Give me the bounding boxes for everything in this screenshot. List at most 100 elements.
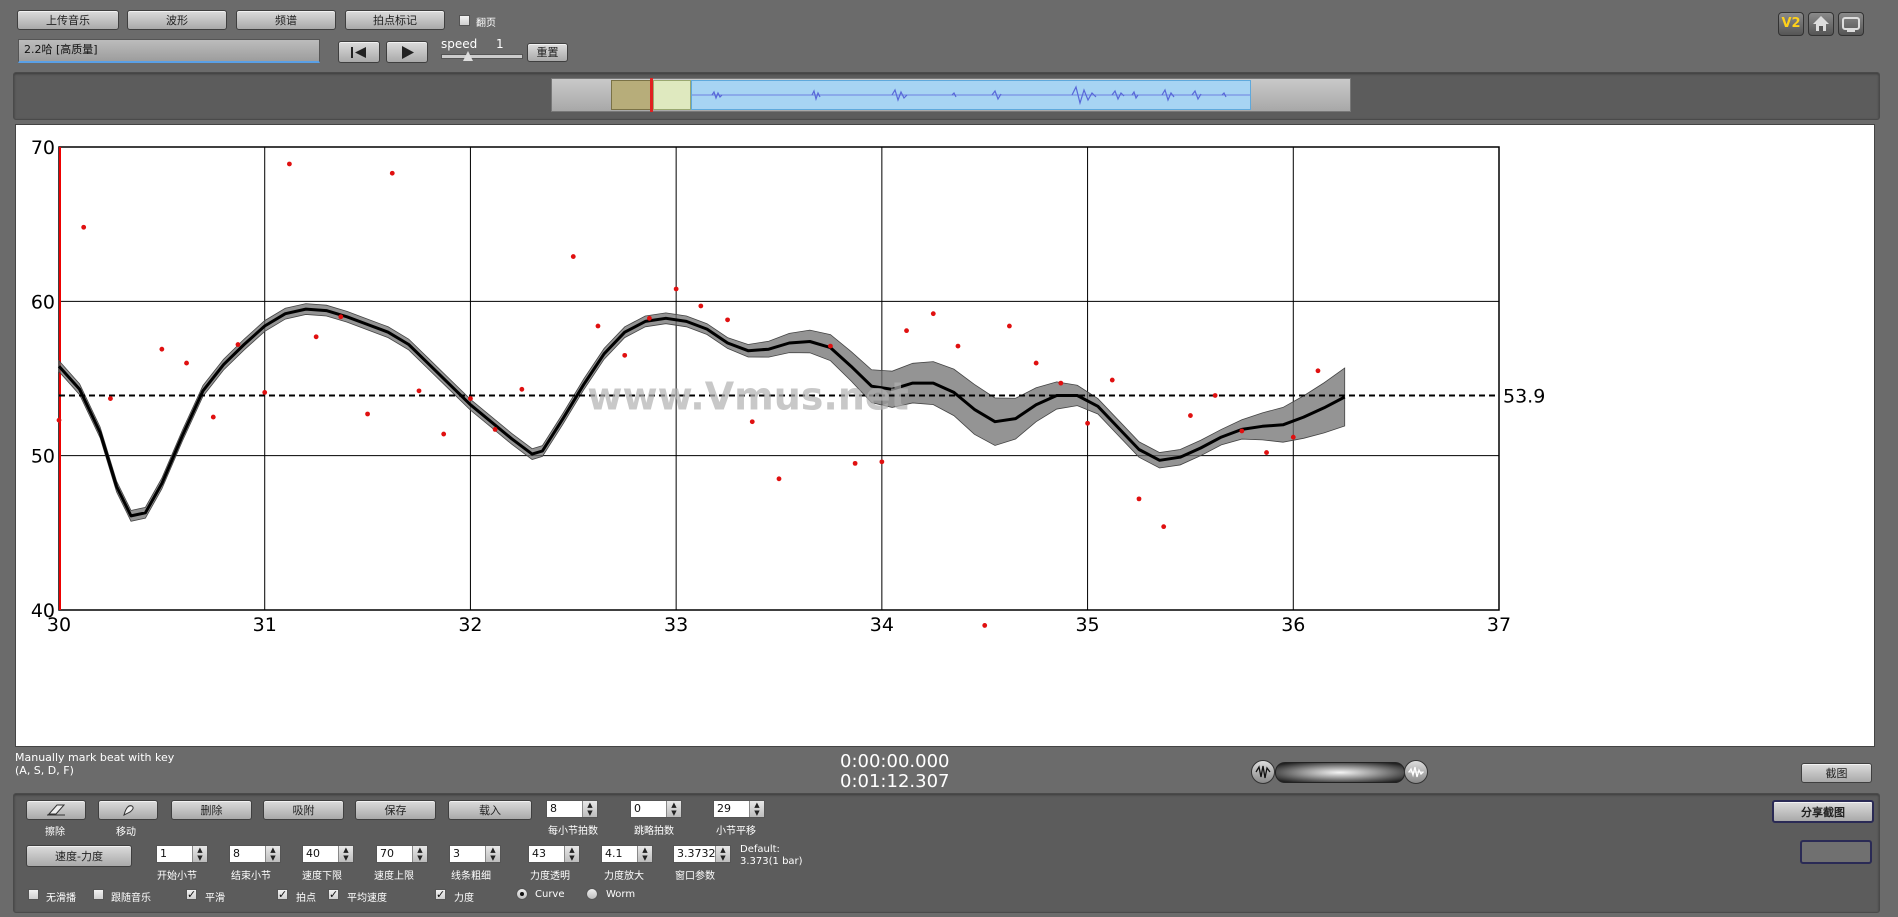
audio-wave-icon[interactable] [1404, 760, 1428, 784]
skip-to-start-button[interactable] [338, 41, 380, 63]
move-button[interactable] [98, 800, 158, 820]
beat-point [56, 417, 62, 423]
beat-point [852, 460, 858, 466]
overview-prev-window[interactable] [611, 80, 651, 110]
beat-point [647, 315, 652, 321]
follow-music-checkbox[interactable] [93, 889, 104, 900]
beat-point [749, 419, 755, 425]
tempo-max-input[interactable]: 70 ▲ ▼ [376, 845, 428, 863]
bar-smooth-label: 小节平移 [716, 826, 756, 837]
skip-beats-input[interactable]: 0 ▲ ▼ [630, 800, 682, 818]
beat-point [1239, 428, 1245, 434]
beat-point [468, 396, 473, 401]
beat-point [828, 343, 833, 349]
end-bar-label: 结束小节 [231, 871, 271, 882]
tempo-chart[interactable]: www.Vmus.net30 31 32 33 34 35 36 374050607053.9 [16, 125, 1874, 746]
beat-point [159, 346, 165, 352]
play-icon [402, 46, 414, 59]
beat-point [1058, 380, 1064, 386]
beats-per-bar-input[interactable]: 8 ▲ ▼ [546, 800, 598, 818]
erase-label: 擦除 [45, 827, 65, 838]
dynamics-transparency-input[interactable]: 43 ▲ ▼ [528, 845, 580, 863]
x-tick-label: 36 [1281, 614, 1305, 636]
smooth-label: 平滑 [205, 893, 225, 904]
beat-point [441, 431, 447, 437]
upload-music-button[interactable]: 上传音乐 [17, 10, 119, 30]
beat-point [1007, 323, 1012, 329]
spectrum-button[interactable]: 频谱 [236, 10, 336, 30]
tempo-min-input[interactable]: 40 ▲ ▼ [302, 845, 354, 863]
volume-slider[interactable] [1275, 762, 1405, 783]
speed-slider[interactable] [441, 54, 523, 59]
beat-point [879, 459, 885, 465]
worm-radio[interactable] [586, 888, 598, 900]
beat-mark-button[interactable]: 拍点标记 [345, 10, 445, 30]
track-name-field[interactable]: 2.2哈 [高质量] [18, 39, 320, 63]
speed-value: 1 [496, 37, 504, 51]
move-icon [123, 805, 134, 816]
home-icon[interactable] [1808, 12, 1834, 36]
beat-point [982, 623, 988, 628]
window-param-input[interactable]: 3.3732 ▲ ▼ [673, 845, 731, 863]
waveform-button[interactable]: 波形 [127, 10, 227, 30]
start-bar-input[interactable]: 1 ▲ ▼ [156, 845, 208, 863]
beat-point [262, 389, 268, 395]
beat-point-label: 拍点 [296, 893, 316, 904]
reset-button[interactable]: 重置 [527, 43, 568, 62]
overview-playhead[interactable] [650, 78, 653, 112]
beat-point [81, 224, 87, 230]
y-tick-label: 60 [31, 291, 55, 313]
delete-button[interactable]: 删除 [171, 800, 252, 820]
time-current: 0:00:00.000 [840, 751, 950, 772]
waveform-icon [692, 85, 1250, 106]
beat-point [673, 286, 679, 292]
beat-point [1085, 420, 1090, 426]
beats-per-bar-label: 每小节拍数 [548, 826, 598, 837]
save-button[interactable]: 保存 [355, 800, 436, 820]
chart-panel: www.Vmus.net 30 31 32 33 34 35 36 37 40 50 60 70 53.9 [15, 124, 1875, 747]
dynamics-checkbox[interactable]: ✓ [435, 889, 446, 900]
avg-tempo-checkbox[interactable]: ✓ [328, 889, 339, 900]
beat-point-checkbox[interactable]: ✓ [277, 889, 288, 900]
snap-button[interactable]: 吸附 [263, 800, 344, 820]
x-tick-label: 31 [253, 614, 277, 636]
smooth-checkbox[interactable]: ✓ [186, 889, 197, 900]
curve-radio[interactable] [516, 888, 528, 900]
dynamics-scale-label: 力度放大 [604, 871, 644, 882]
beat-point [519, 386, 525, 392]
beat-point [1033, 360, 1039, 366]
flip-page-checkbox[interactable] [459, 15, 470, 26]
beat-point [725, 317, 730, 323]
beat-point [287, 161, 292, 167]
worm-label: Worm [606, 889, 636, 900]
hint-line-2: (A, S, D, F) [15, 764, 74, 777]
x-tick-label: 35 [1075, 614, 1099, 636]
fullscreen-icon[interactable] [1838, 12, 1864, 36]
dynamics-scale-input[interactable]: 4.1 ▲ ▼ [601, 845, 653, 863]
screenshot-button[interactable]: 截图 [1801, 763, 1872, 783]
erase-button[interactable] [26, 800, 86, 820]
overview-current-window[interactable] [653, 80, 691, 110]
y-tick-label: 70 [31, 137, 55, 159]
play-button[interactable] [386, 41, 428, 63]
follow-music-label: 跟随音乐 [111, 893, 151, 904]
waveform-toggle-icon[interactable] [1251, 760, 1275, 784]
share-preview-box[interactable] [1800, 840, 1872, 864]
line-width-input[interactable]: 3 ▲ ▼ [449, 845, 501, 863]
beat-point [595, 323, 601, 329]
x-tick-label: 33 [664, 614, 688, 636]
v2-icon[interactable]: V2 [1778, 12, 1804, 36]
load-button[interactable]: 载入 [448, 800, 532, 820]
bar-smooth-input[interactable]: 29 ▲ ▼ [713, 800, 765, 818]
curve-label: Curve [535, 889, 565, 900]
overview-selection[interactable] [691, 80, 1251, 110]
end-bar-input[interactable]: 8 ▲ ▼ [229, 845, 281, 863]
tempo-dynamics-button[interactable]: 速度-力度 [26, 845, 132, 867]
eraser-icon [47, 804, 66, 816]
speed-slider-thumb[interactable] [463, 51, 473, 61]
beat-point [338, 314, 344, 320]
no-scroll-checkbox[interactable] [28, 889, 39, 900]
share-screenshot-button[interactable]: 分享截图 [1772, 800, 1874, 823]
default-line-1: Default: [740, 844, 780, 855]
beat-point [1188, 413, 1193, 418]
